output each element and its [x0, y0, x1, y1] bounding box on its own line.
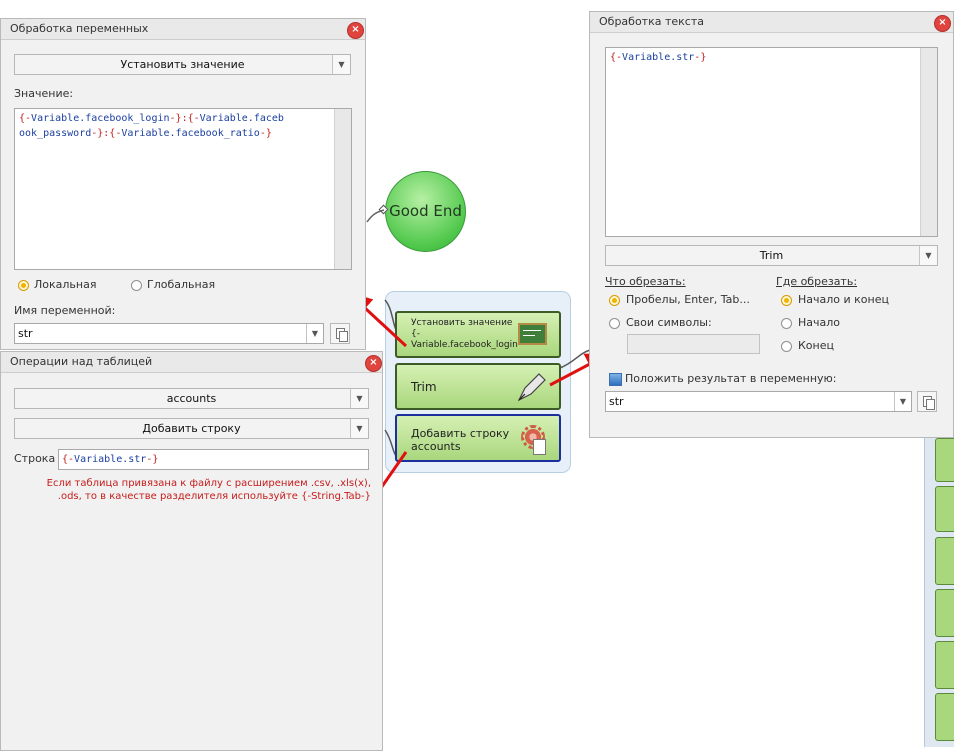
chevron-down-icon[interactable]: ▼	[894, 392, 911, 411]
code-token: Variable.facebook_login	[31, 113, 170, 124]
what-to-trim-label: Что обрезать:	[605, 275, 686, 288]
code-token: -}	[146, 454, 159, 465]
note-line-1: Если таблица привязана к файлу с расшире…	[46, 478, 371, 489]
radio-global-label: Глобальная	[147, 278, 216, 291]
radio-global[interactable]	[131, 280, 142, 291]
table-panel-title: Операции над таблицей	[1, 352, 382, 373]
radio-local-label: Локальная	[34, 278, 97, 291]
row-field[interactable]: {-Variable.str-}	[58, 449, 369, 470]
copy-icon[interactable]	[330, 323, 350, 344]
table-select-value: accounts	[166, 392, 217, 405]
variable-panel: Обработка переменных × Установить значен…	[0, 18, 366, 350]
value-label: Значение:	[14, 87, 74, 100]
code-token: Variable.str	[74, 454, 147, 465]
save-result-checkbox[interactable]	[609, 373, 622, 386]
custom-chars-field[interactable]	[627, 334, 760, 354]
chevron-down-icon[interactable]: ▼	[350, 389, 368, 408]
table-select[interactable]: accounts ▼	[14, 388, 369, 409]
text-editor[interactable]: {-Variable.str-}	[605, 47, 938, 237]
action-select[interactable]: Установить значение ▼	[14, 54, 351, 75]
operation-select[interactable]: Добавить строку ▼	[14, 418, 369, 439]
radio-custom-chars[interactable]	[609, 318, 620, 329]
where-to-trim-label: Где обрезать:	[776, 275, 858, 288]
side-node-6[interactable]	[935, 693, 954, 741]
radio-end[interactable]	[781, 341, 792, 352]
radio-whitespace[interactable]	[609, 295, 620, 306]
side-node-2[interactable]	[935, 486, 954, 532]
operation-select-value: Добавить строку	[142, 422, 241, 435]
copy-icon[interactable]	[917, 391, 937, 412]
table-panel: Операции над таблицей × accounts ▼ Добав…	[0, 351, 383, 751]
result-variable-value: str	[609, 395, 624, 408]
radio-start[interactable]	[781, 318, 792, 329]
code-token: ook_password	[19, 128, 92, 139]
action-select-value: Установить значение	[120, 58, 245, 71]
close-icon[interactable]: ×	[365, 355, 382, 372]
chevron-down-icon[interactable]: ▼	[306, 324, 323, 343]
variable-panel-title: Обработка переменных	[1, 19, 365, 40]
variable-name-field[interactable]: str ▼	[14, 323, 324, 344]
save-result-label: Положить результат в переменную:	[625, 372, 837, 385]
code-token: Variable.facebook_ratio	[121, 128, 260, 139]
side-node-4[interactable]	[935, 589, 954, 637]
code-token: Variable.faceb	[199, 113, 284, 124]
code-token: -}	[259, 128, 272, 139]
radio-custom-chars-label: Свои символы:	[626, 316, 712, 329]
chevron-down-icon[interactable]: ▼	[350, 419, 368, 438]
value-editor[interactable]: {-Variable.facebook_login-}:{-Variable.f…	[14, 108, 352, 270]
side-panel-edge	[924, 430, 954, 747]
radio-whitespace-label: Пробелы, Enter, Tab...	[626, 293, 750, 306]
radio-end-label: Конец	[798, 339, 834, 352]
radio-start-end[interactable]	[781, 295, 792, 306]
code-token: Variable.str	[622, 52, 695, 63]
side-node-1[interactable]	[935, 438, 954, 482]
side-node-5[interactable]	[935, 641, 954, 689]
side-node-3[interactable]	[935, 537, 954, 585]
radio-start-label: Начало	[798, 316, 841, 329]
close-icon[interactable]: ×	[347, 22, 364, 39]
result-variable-field[interactable]: str ▼	[605, 391, 912, 412]
text-operation-select[interactable]: Trim ▼	[605, 245, 938, 266]
chevron-down-icon[interactable]: ▼	[332, 55, 350, 74]
radio-local[interactable]	[18, 280, 29, 291]
radio-start-end-label: Начало и конец	[798, 293, 889, 306]
value-editor-scrollbar[interactable]	[334, 109, 351, 269]
variable-name-label: Имя переменной:	[14, 304, 116, 317]
variable-name-value: str	[18, 327, 33, 340]
text-panel: Обработка текста × {-Variable.str-} Trim…	[589, 11, 954, 438]
text-editor-scrollbar[interactable]	[920, 48, 937, 236]
close-icon[interactable]: ×	[934, 15, 951, 32]
code-token: {-	[62, 454, 75, 465]
text-operation-value: Trim	[759, 249, 784, 262]
code-token: {-	[19, 113, 32, 124]
code-token: -}:{-	[91, 128, 122, 139]
code-token: -}	[694, 52, 707, 63]
note-line-2: .ods, то в качестве разделителя использу…	[57, 491, 371, 502]
chevron-down-icon[interactable]: ▼	[919, 246, 937, 265]
code-token: {-	[610, 52, 623, 63]
row-label: Строка	[14, 452, 56, 465]
code-token: -}:{-	[169, 113, 200, 124]
separator-note: Если таблица привязана к файлу с расшире…	[31, 477, 371, 503]
text-panel-title: Обработка текста	[590, 12, 953, 33]
